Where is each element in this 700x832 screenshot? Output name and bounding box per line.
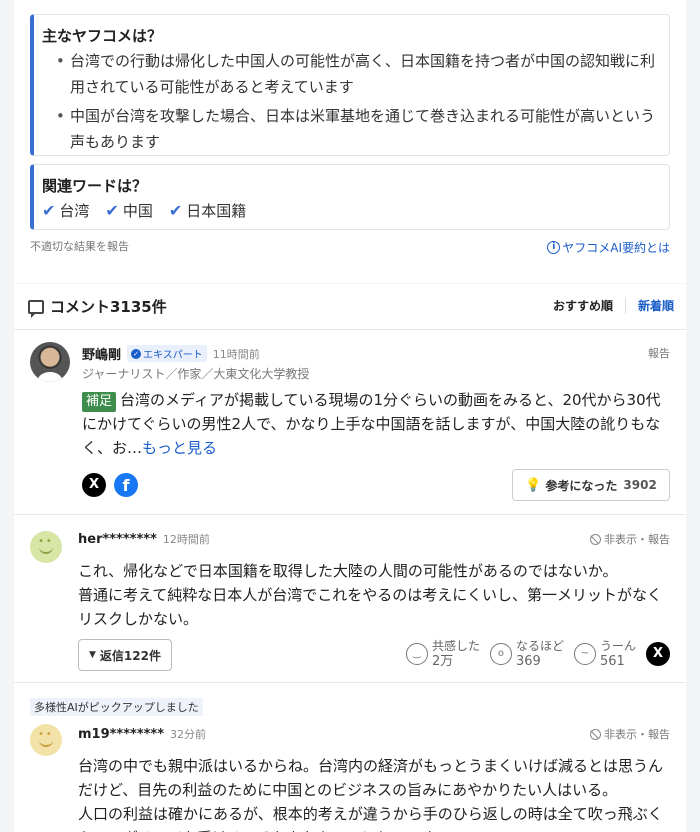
user-comment: 多様性AIがピックアップしました m19******** 32分前 非表示・報告… xyxy=(14,684,686,832)
comments-panel: コメント3135件 おすすめ順 新着順 野嶋剛 ✓ エキスパート 11時間前 ジャ… xyxy=(14,284,686,832)
helpful-label: 参考になった xyxy=(545,478,618,493)
comment-author-row: her******** 12時間前 xyxy=(78,531,210,547)
hide-report-link[interactable]: 非表示・報告 xyxy=(590,531,670,547)
replies-button[interactable]: ▼ 返信122件 xyxy=(78,639,172,671)
ban-icon xyxy=(590,728,601,740)
check-icon: ✔ xyxy=(168,201,183,220)
comments-count-label: コメント3135件 xyxy=(50,298,167,316)
confused-face-icon: ~ xyxy=(573,643,596,665)
report-result-link[interactable]: 不適切な結果を報告 xyxy=(30,238,129,254)
x-share-icon[interactable]: X xyxy=(82,473,106,497)
info-icon: i xyxy=(547,241,561,254)
about-ai-label: ヤフコメAI要約とは xyxy=(562,241,670,255)
sort-recommended-tab[interactable]: おすすめ順 xyxy=(541,297,625,314)
hide-report-label: 非表示・報告 xyxy=(604,533,670,546)
hide-report-link[interactable]: 非表示・報告 xyxy=(590,726,670,742)
ban-icon xyxy=(590,533,601,545)
comment-author-row: 野嶋剛 ✓ エキスパート 11時間前 xyxy=(82,344,260,363)
comment-body: 補足 台湾のメディアが掲載している現場の1分ぐらいの動画をみると、20代から30代… xyxy=(82,388,670,460)
replies-label: 返信122件 xyxy=(99,648,161,663)
check-icon: ✔ xyxy=(42,201,56,220)
avatar[interactable] xyxy=(30,531,62,563)
reaction-count: 2万 xyxy=(431,654,454,669)
ai-summary-panel: 主なヤフコメは？ 台湾での行動は帰化した中国人の可能性が高く、日本国籍を持つ者が… xyxy=(14,0,686,283)
comment-time: 12時間前 xyxy=(162,533,210,546)
related-heading: 関連ワードは？ xyxy=(42,177,148,195)
reaction-count: 561 xyxy=(599,654,625,669)
comments-header: コメント3135件 おすすめ順 新着順 xyxy=(14,284,686,330)
reaction-empathy[interactable]: ‿ 共感した 2万 xyxy=(405,639,480,669)
summary-point: 台湾での行動は帰化した中国人の可能性が高く、日本国籍を持つ者が中国の認知戦に利用… xyxy=(54,48,669,100)
reaction-label: なるほど xyxy=(515,639,564,653)
x-share-icon[interactable]: X xyxy=(646,642,670,666)
author-name[interactable]: her******** xyxy=(78,532,157,547)
helpful-count: 3902 xyxy=(623,478,657,492)
check-icon: ✔ xyxy=(105,201,119,220)
related-word[interactable]: ✔ 台湾 xyxy=(42,200,89,221)
facebook-share-icon[interactable]: f xyxy=(114,473,138,497)
comment-text: 台湾の中でも親中派はいるからね。台湾内の経済がもっとうまくいけば減るとは思うんだ… xyxy=(78,757,664,832)
page: 主なヤフコメは？ 台湾での行動は帰化した中国人の可能性が高く、日本国籍を持つ者が… xyxy=(0,0,700,832)
main-comments-box: 主なヤフコメは？ 台湾での行動は帰化した中国人の可能性が高く、日本国籍を持つ者が… xyxy=(30,14,670,156)
related-word[interactable]: ✔ 中国 xyxy=(105,200,152,221)
supplement-tag: 補足 xyxy=(82,392,117,412)
lightbulb-icon: 💡 xyxy=(525,477,542,493)
summary-list: 台湾での行動は帰化した中国人の可能性が高く、日本国籍を持つ者が中国の認知戦に利用… xyxy=(54,48,669,155)
read-more-link[interactable]: もっと見る xyxy=(142,439,217,457)
hide-report-label: 非表示・報告 xyxy=(604,728,670,741)
about-ai-summary-link[interactable]: i ヤフコメAI要約とは xyxy=(547,239,670,256)
sort-newest-tab[interactable]: 新着順 xyxy=(624,297,686,314)
summary-heading: 主なヤフコメは？ xyxy=(42,27,163,45)
related-word-label: 台湾 xyxy=(59,202,90,220)
related-word-label: 日本国籍 xyxy=(186,202,247,220)
user-comment: her******** 12時間前 非表示・報告 これ、帰化などで日本国籍を取得… xyxy=(14,515,686,683)
reaction-label: 共感した xyxy=(431,639,480,653)
related-word-label: 中国 xyxy=(122,202,153,220)
expert-badge-label: エキスパート xyxy=(143,350,203,361)
comment-text: これ、帰化などで日本国籍を取得した大陸の人間の可能性があるのではないか。 普通に… xyxy=(78,562,662,628)
comment-time: 11時間前 xyxy=(212,347,260,361)
author-profile: ジャーナリスト／作家／大東文化大学教授 xyxy=(82,367,310,381)
reactions: ‿ 共感した 2万 o なるほど 369 ~ うーん 561 X xyxy=(405,639,670,669)
reaction-hmm[interactable]: ~ うーん 561 xyxy=(573,639,636,669)
reaction-insightful[interactable]: o なるほど 369 xyxy=(489,639,564,669)
smile-face-icon: ‿ xyxy=(405,643,428,665)
comment-time: 32分前 xyxy=(170,728,207,741)
ai-pickup-label: 多様性AIがピックアップしました xyxy=(30,698,203,716)
caret-down-icon: ▼ xyxy=(89,650,96,660)
avatar[interactable] xyxy=(30,724,62,756)
helpful-button[interactable]: 💡 参考になった 3902 xyxy=(512,469,670,501)
comment-icon xyxy=(28,299,44,318)
related-words: ✔ 台湾 ✔ 中国 ✔ 日本国籍 xyxy=(42,200,669,221)
comments-title: コメント3135件 xyxy=(28,296,167,318)
related-words-box: 関連ワードは？ ✔ 台湾 ✔ 中国 ✔ 日本国籍 xyxy=(30,164,670,230)
surprised-face-icon: o xyxy=(489,643,512,665)
summary-point: 中国が台湾を攻撃した場合、日本は米軍基地を通じて巻き込まれる可能性が高いという声… xyxy=(54,103,669,155)
related-word[interactable]: ✔ 日本国籍 xyxy=(169,200,246,221)
reaction-label: うーん xyxy=(599,639,636,653)
comment-author-row: m19******** 32分前 xyxy=(78,726,206,742)
report-link[interactable]: 報告 xyxy=(648,345,670,361)
sort-tabs: おすすめ順 新着順 xyxy=(541,297,686,314)
author-name[interactable]: 野嶋剛 xyxy=(82,344,121,363)
author-name[interactable]: m19******** xyxy=(78,727,164,742)
expert-comment: 野嶋剛 ✓ エキスパート 11時間前 ジャーナリスト／作家／大東文化大学教授 報告… xyxy=(14,330,686,515)
reaction-count: 369 xyxy=(515,654,541,669)
verified-icon: ✓ xyxy=(131,348,142,359)
avatar[interactable] xyxy=(30,342,70,382)
expert-badge: ✓ エキスパート xyxy=(127,345,207,362)
share-buttons: X f xyxy=(82,473,138,497)
